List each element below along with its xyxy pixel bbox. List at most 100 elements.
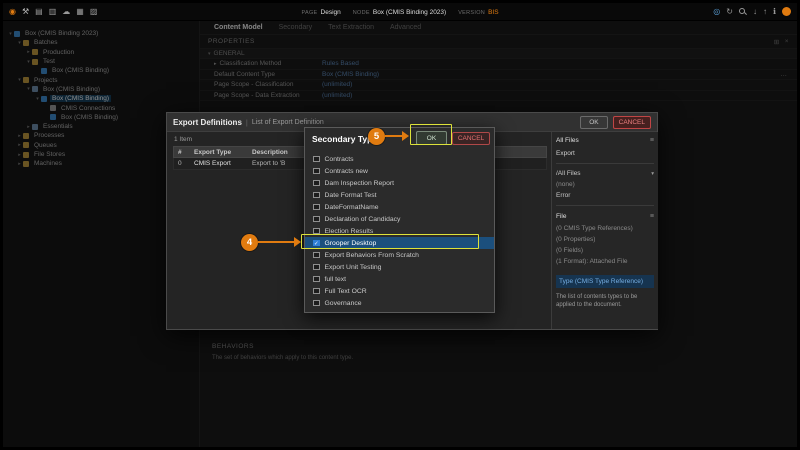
- download-icon[interactable]: ↓: [753, 7, 757, 17]
- checkbox[interactable]: [313, 275, 320, 283]
- detail-header-row: All Files ≡: [556, 134, 654, 147]
- secondary-type-option[interactable]: Contracts: [305, 153, 494, 165]
- checkbox[interactable]: [313, 287, 320, 295]
- connect-icon[interactable]: ◎: [713, 7, 720, 17]
- option-label: Contracts: [324, 155, 354, 163]
- checkbox[interactable]: [313, 263, 320, 271]
- checkbox[interactable]: [313, 299, 320, 307]
- breadcrumb-page: PAGE Design: [301, 9, 340, 16]
- file-detail-row[interactable]: (0 Properties): [556, 234, 654, 245]
- breadcrumb-label: VERSION: [458, 9, 486, 16]
- option-label: Election Results: [324, 227, 374, 235]
- divider: [556, 163, 654, 164]
- type-reference-row[interactable]: Type (CMIS Type Reference): [556, 275, 654, 288]
- search-icon[interactable]: [738, 7, 747, 16]
- file-detail-row[interactable]: (0 CMIS Type References): [556, 223, 654, 234]
- table-cell: 0: [178, 160, 182, 167]
- cloud-icon[interactable]: ☁: [62, 7, 70, 17]
- annotation-arrow-5: [385, 134, 403, 138]
- scope-label: Error: [556, 192, 571, 199]
- file-detail-row[interactable]: (0 Fields): [556, 245, 654, 256]
- title-separator: |: [245, 117, 248, 127]
- option-label: Dam Inspection Report: [324, 179, 395, 187]
- option-label: Grooper Desktop: [324, 239, 377, 247]
- toolbar-left-icons: ◉ ⚒ ▤ ▥ ☁ ▦ ▨: [9, 7, 97, 17]
- detail-subheader-label: Export: [556, 149, 575, 157]
- checkbox[interactable]: [313, 251, 320, 259]
- option-label: Declaration of Candidacy: [324, 215, 401, 223]
- app-window: ◉ ⚒ ▤ ▥ ☁ ▦ ▨ PAGE Design NODE Box (CMIS Bindi…: [0, 0, 800, 450]
- detail-header-label: All Files: [556, 137, 579, 144]
- divider: [556, 205, 654, 206]
- import-icon[interactable]: ▥: [49, 7, 57, 17]
- scope-row[interactable]: Error: [556, 190, 654, 201]
- items-count-label: 1 Item: [174, 136, 193, 143]
- option-label: Export Behaviors From Scratch: [324, 251, 419, 259]
- checkbox[interactable]: [313, 227, 320, 235]
- option-label: Contracts new: [324, 167, 368, 175]
- secondary-type-option[interactable]: Export Behaviors From Scratch: [305, 249, 494, 261]
- option-label: DateFormatName: [324, 203, 379, 211]
- checkbox[interactable]: [313, 155, 320, 163]
- dialog-ok-button[interactable]: OK: [580, 115, 608, 129]
- secondary-type-option[interactable]: Full Text OCR: [305, 285, 494, 297]
- upload-icon[interactable]: ↑: [763, 7, 767, 17]
- file-detail-list: (0 CMIS Type References) (0 Properties) (0…: [556, 223, 654, 267]
- checkbox[interactable]: [313, 215, 320, 223]
- detail-description: The list of contents types to be applied…: [556, 294, 638, 308]
- menu-icon[interactable]: ≡: [650, 213, 654, 220]
- checkbox[interactable]: ✓: [313, 239, 320, 247]
- menu-icon[interactable]: ≡: [650, 137, 654, 144]
- secondary-type-option[interactable]: full text: [305, 273, 494, 285]
- secondary-type-option[interactable]: Export Unit Testing: [305, 261, 494, 273]
- export-definition-detail-panel: All Files ≡ Export /All Files ▾ (none) Erro…: [551, 132, 658, 329]
- column-header[interactable]: #: [174, 149, 190, 156]
- checkbox[interactable]: [313, 179, 320, 187]
- option-label: Full Text OCR: [324, 287, 367, 295]
- annotation-arrow-4: [258, 240, 295, 244]
- table-cell: CMIS Export: [194, 160, 231, 167]
- column-header[interactable]: Export Type: [190, 149, 248, 156]
- checkbox[interactable]: [313, 167, 320, 175]
- refresh-icon[interactable]: ↻: [726, 7, 733, 17]
- save-icon[interactable]: ▤: [35, 7, 43, 17]
- checkbox[interactable]: [313, 191, 320, 199]
- scope-label: (none): [556, 181, 575, 188]
- chevron-down-icon: ▾: [651, 170, 654, 177]
- file-header-label: File: [556, 213, 567, 220]
- toolbar-right-icons: ◎ ↻ ↓ ↑ ℹ: [713, 7, 791, 17]
- secondary-type-option[interactable]: Election Results: [305, 225, 494, 237]
- option-label: Date Format Test: [324, 191, 377, 199]
- secondary-type-option-list: Contracts Contracts new Dam Inspection Rep…: [305, 153, 494, 313]
- secondary-type-option[interactable]: Date Format Test: [305, 189, 494, 201]
- secondary-type-option[interactable]: Dam Inspection Report: [305, 177, 494, 189]
- dialog-cancel-button[interactable]: CANCEL: [612, 115, 651, 129]
- scope-row[interactable]: /All Files ▾: [556, 168, 654, 179]
- bar-chart-icon[interactable]: ▦: [76, 7, 84, 17]
- secondary-type-option[interactable]: DateFormatName: [305, 201, 494, 213]
- grooper-logo-icon[interactable]: ◉: [9, 7, 16, 17]
- scope-row[interactable]: (none): [556, 179, 654, 190]
- scope-label: /All Files: [556, 170, 581, 177]
- checkbox[interactable]: [313, 311, 320, 312]
- annotation-arrowhead-4: [294, 236, 301, 247]
- popup-cancel-button[interactable]: CANCEL: [452, 132, 490, 145]
- popup-ok-button[interactable]: OK: [416, 131, 447, 145]
- file-detail-row[interactable]: (1 Format): Attached File: [556, 256, 654, 267]
- secondary-type-option[interactable]: Governance: [305, 297, 494, 309]
- user-avatar[interactable]: [782, 7, 791, 16]
- checkbox[interactable]: [313, 203, 320, 211]
- tools-icon[interactable]: ⚒: [22, 7, 29, 17]
- secondary-type-option[interactable]: Declaration of Candidacy: [305, 213, 494, 225]
- info-icon[interactable]: ℹ: [773, 7, 776, 17]
- secondary-type-option[interactable]: ✓ Grooper Desktop: [305, 237, 494, 249]
- top-toolbar: ◉ ⚒ ▤ ▥ ☁ ▦ ▨ PAGE Design NODE Box (CMIS Bindi…: [3, 3, 797, 21]
- annotation-step-4: 4: [241, 233, 258, 251]
- secondary-type-option[interactable]: Contracts new: [305, 165, 494, 177]
- breadcrumb-label: PAGE: [301, 9, 318, 16]
- secondary-type-option[interactable]: Grooper Desktop 2: [305, 309, 494, 313]
- breadcrumb-node: NODE Box (CMIS Binding 2023): [353, 9, 446, 16]
- line-chart-icon[interactable]: ▨: [90, 7, 98, 17]
- dialog-title: Export Definitions: [173, 117, 242, 127]
- breadcrumb-value: Box (CMIS Binding 2023): [372, 8, 447, 16]
